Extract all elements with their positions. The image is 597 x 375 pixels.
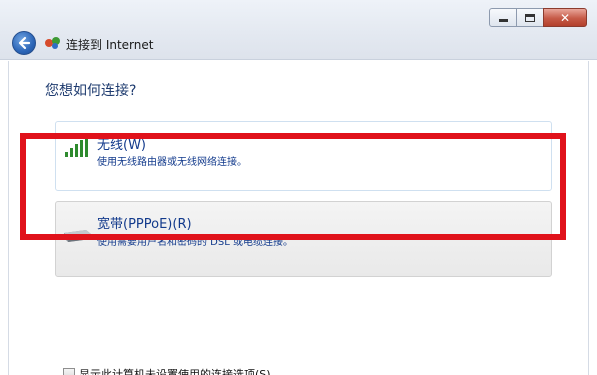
option-wireless[interactable]: 无线(W) 使用无线路由器或无线网络连接。 xyxy=(55,121,552,191)
window-title: 连接到 Internet xyxy=(66,38,154,52)
wireless-signal-icon xyxy=(65,136,88,157)
back-arrow-icon xyxy=(18,36,31,50)
minimize-button[interactable] xyxy=(489,8,517,27)
maximize-button[interactable] xyxy=(516,8,544,27)
option-broadband-title: 宽带(PPPoE)(R) xyxy=(97,217,192,232)
close-button[interactable]: ✕ xyxy=(543,8,587,27)
broadband-modem-icon xyxy=(64,230,91,242)
wizard-content: 您想如何连接? 无线(W) 使用无线路由器或无线网络连接。 宽带(PPPoE)(… xyxy=(8,61,589,375)
back-button[interactable] xyxy=(12,31,36,55)
show-unsetup-options-label: 显示此计算机未设置使用的连接选项(S) xyxy=(79,368,271,375)
window-caption-buttons: ✕ xyxy=(489,8,587,28)
option-broadband-description: 使用需要用户名和密码的 DSL 或电缆连接。 xyxy=(97,237,293,248)
page-heading: 您想如何连接? xyxy=(45,83,137,99)
title-bar: ✕ 连接到 Internet xyxy=(0,0,597,60)
network-connection-icon xyxy=(45,37,60,49)
show-unsetup-options-row[interactable]: 显示此计算机未设置使用的连接选项(S) xyxy=(63,366,271,375)
show-unsetup-options-checkbox[interactable] xyxy=(63,368,75,375)
option-broadband-pppoe[interactable]: 宽带(PPPoE)(R) 使用需要用户名和密码的 DSL 或电缆连接。 xyxy=(55,201,552,277)
option-wireless-description: 使用无线路由器或无线网络连接。 xyxy=(97,157,247,168)
option-wireless-title: 无线(W) xyxy=(97,138,146,153)
close-icon: ✕ xyxy=(559,10,571,25)
maximize-icon xyxy=(525,13,535,22)
minimize-icon xyxy=(498,19,508,22)
